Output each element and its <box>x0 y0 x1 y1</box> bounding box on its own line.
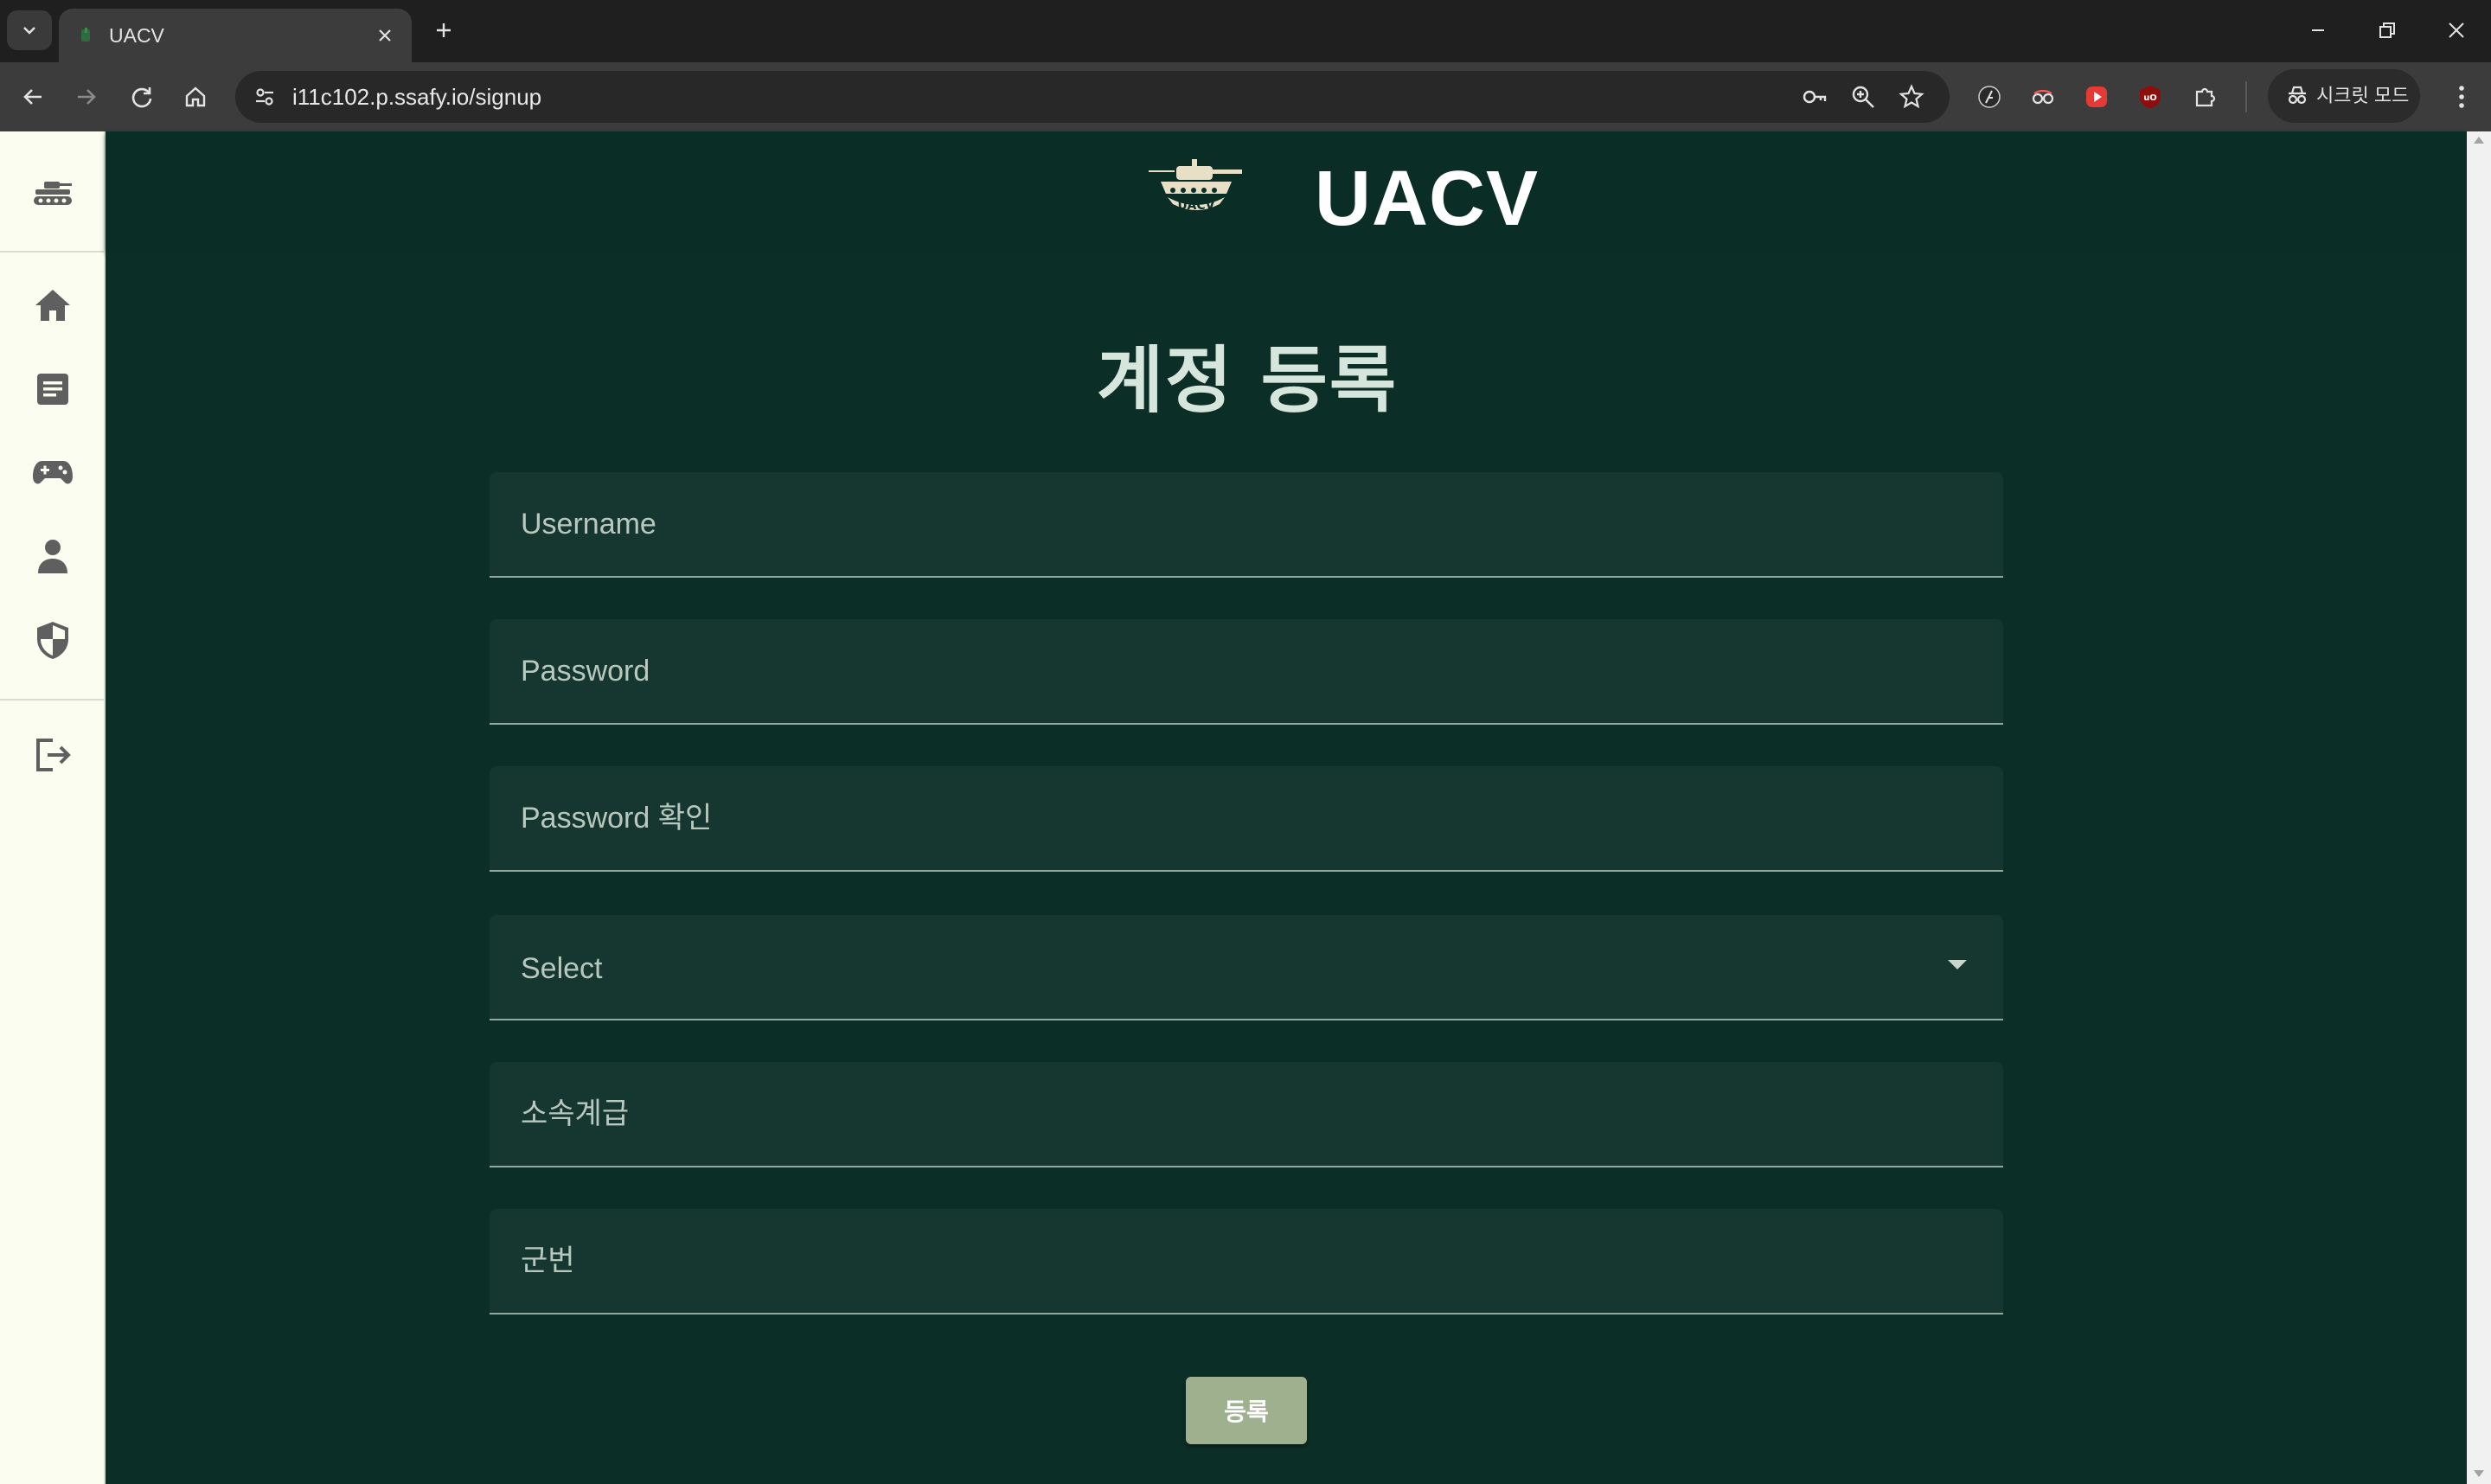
tank-favicon-icon <box>81 28 90 42</box>
site-info-button[interactable] <box>247 80 282 114</box>
toolbar-divider <box>2245 81 2247 112</box>
sidebar-item-game[interactable] <box>18 438 87 508</box>
glasses-extension-icon <box>2032 89 2054 105</box>
tank-logo-icon: UACV <box>1149 159 1242 213</box>
minimize-icon <box>2312 29 2324 31</box>
plus-icon <box>437 23 451 37</box>
restore-icon <box>2379 22 2395 38</box>
incognito-indicator[interactable]: 시크릿 모드 <box>2268 69 2420 123</box>
back-button[interactable] <box>14 78 52 116</box>
dropdown-arrow-icon <box>1948 960 1967 969</box>
ublock-extension-icon: uO <box>2140 86 2161 108</box>
password-confirm-input[interactable] <box>490 766 2003 870</box>
username-input[interactable] <box>490 472 2003 576</box>
site-settings-icon <box>256 88 273 106</box>
app-header: UACV UACV <box>106 131 2467 251</box>
puzzle-icon <box>2195 87 2216 107</box>
sidebar-item-document[interactable] <box>18 355 87 424</box>
zoom-icon <box>1852 86 1874 108</box>
browser-menu-button[interactable] <box>2443 78 2481 116</box>
extension-4-button[interactable]: uO <box>2131 78 2169 116</box>
service-number-input[interactable] <box>490 1209 2003 1313</box>
gamepad-icon <box>33 461 73 484</box>
register-button[interactable]: 등록 <box>1186 1377 1307 1444</box>
web-page: UACV UACV 계정 등록 Select 등록 <box>0 131 2491 1484</box>
svg-text:UACV: UACV <box>1178 199 1215 213</box>
signup-main: 계정 등록 Select 등록 <box>106 251 2467 1484</box>
incognito-icon <box>2288 86 2307 105</box>
unit-rank-field[interactable] <box>490 1062 2003 1167</box>
window-close-button[interactable] <box>2430 9 2482 52</box>
page-title: 계정 등록 <box>1096 338 1399 423</box>
chevron-down-icon <box>23 27 35 35</box>
browser-tabstrip: UACV <box>0 0 2491 62</box>
password-manager-button[interactable] <box>1797 80 1832 114</box>
url-text[interactable]: i11c102.p.ssafy.io/signup <box>292 82 541 112</box>
service-number-field[interactable] <box>490 1209 2003 1314</box>
sidebar-item-security[interactable] <box>18 605 87 675</box>
scroll-up-icon[interactable] <box>2474 137 2484 144</box>
scroll-down-icon[interactable] <box>2474 1470 2484 1477</box>
svg-text:uO: uO <box>2143 93 2157 103</box>
minimize-button[interactable] <box>2292 9 2344 52</box>
sidebar-nav <box>0 131 106 1484</box>
sidebar-item-logout[interactable] <box>18 720 87 790</box>
bookmark-button[interactable] <box>1894 80 1929 114</box>
zoom-button[interactable] <box>1846 80 1880 114</box>
reload-button[interactable] <box>123 78 161 116</box>
new-tab-button[interactable] <box>426 12 462 48</box>
extensions-menu-button[interactable] <box>2187 78 2225 116</box>
tab-close-button[interactable] <box>370 21 400 50</box>
tank-icon <box>34 182 72 205</box>
password-input[interactable] <box>490 619 2003 723</box>
sidebar-divider <box>0 699 104 700</box>
unit-rank-input[interactable] <box>490 1062 2003 1166</box>
home-button[interactable] <box>176 78 215 116</box>
tab-title: UACV <box>109 24 164 47</box>
close-icon <box>379 29 391 42</box>
document-icon <box>37 374 68 405</box>
sidebar-item-home[interactable] <box>18 271 87 340</box>
tab-search-button[interactable] <box>7 10 52 50</box>
back-icon <box>23 89 42 105</box>
youtube-extension-icon <box>2086 86 2107 107</box>
logout-icon <box>36 739 71 771</box>
shield-icon <box>37 622 68 659</box>
address-bar[interactable]: i11c102.p.ssafy.io/signup <box>235 71 1950 123</box>
password-field[interactable] <box>490 619 2003 725</box>
home-icon <box>185 86 206 107</box>
brand-title: UACV <box>1315 156 1540 242</box>
extension-2-button[interactable] <box>2024 78 2062 116</box>
home-icon <box>35 290 70 321</box>
person-icon <box>38 540 67 573</box>
page-scrollbar[interactable] <box>2467 131 2491 1484</box>
extension-1-button[interactable] <box>1970 78 2008 116</box>
password-confirm-field[interactable] <box>490 766 2003 872</box>
browser-toolbar: i11c102.p.ssafy.io/signup uO 시크릿 모드 <box>0 62 2491 131</box>
sidebar-item-tank[interactable] <box>18 157 87 227</box>
key-icon <box>1803 90 1827 104</box>
feather-extension-icon <box>1978 86 2001 108</box>
role-select[interactable]: Select <box>490 915 2003 1020</box>
restore-button[interactable] <box>2361 9 2413 52</box>
browser-tab[interactable]: UACV <box>59 9 412 62</box>
sidebar-item-user[interactable] <box>18 521 87 591</box>
star-icon <box>1899 84 1924 109</box>
sidebar-divider <box>0 251 104 253</box>
reload-icon <box>131 87 152 108</box>
window-close-icon <box>2449 22 2464 38</box>
incognito-label: 시크릿 모드 <box>2316 85 2410 106</box>
forward-button[interactable] <box>67 78 106 116</box>
select-value: Select <box>521 952 603 985</box>
forward-icon <box>78 89 96 105</box>
extension-3-button[interactable] <box>2078 78 2116 116</box>
menu-dots-icon <box>2459 86 2464 108</box>
username-field[interactable] <box>490 472 2003 578</box>
